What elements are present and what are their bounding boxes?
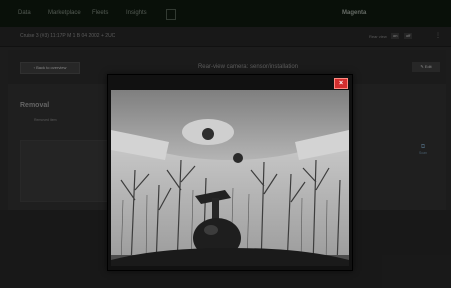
image-modal: × [107,74,353,271]
camera-photo-graphic [111,90,349,266]
camera-photo [111,90,349,266]
close-icon[interactable]: × [334,78,348,89]
